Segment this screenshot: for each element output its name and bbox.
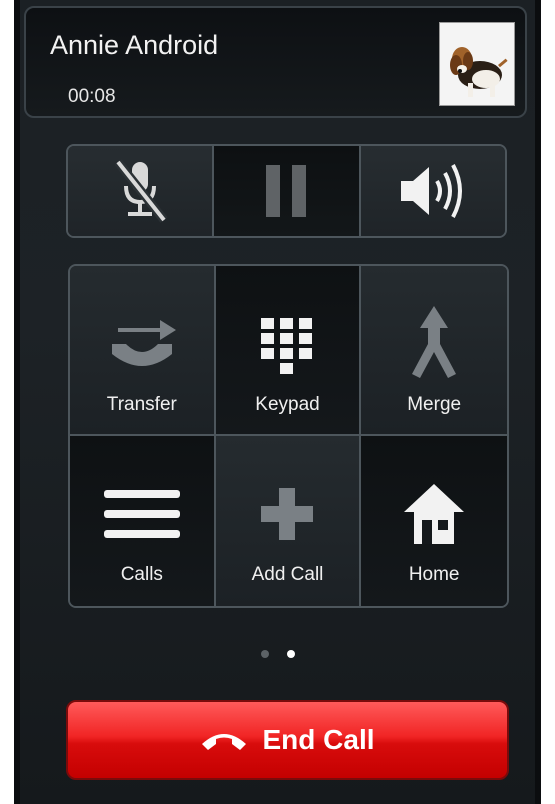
merge-label: Merge xyxy=(407,394,462,415)
call-control-bar xyxy=(66,144,507,238)
keypad-label: Keypad xyxy=(255,394,320,415)
hold-button[interactable] xyxy=(214,146,361,236)
transfer-button[interactable]: Transfer xyxy=(70,266,216,436)
add-call-button[interactable]: Add Call xyxy=(215,436,362,606)
calls-button[interactable]: Calls xyxy=(70,436,216,606)
pause-icon xyxy=(266,165,307,217)
add-call-icon-wrap xyxy=(257,474,317,554)
add-call-label: Add Call xyxy=(251,564,324,585)
home-button[interactable]: Home xyxy=(361,436,507,606)
transfer-icon xyxy=(111,320,176,366)
muted-microphone-icon xyxy=(114,159,168,223)
mute-button[interactable] xyxy=(68,146,215,236)
merge-icon-wrap xyxy=(404,304,464,384)
merge-icon xyxy=(412,306,457,378)
transfer-icon-wrap xyxy=(102,304,182,384)
call-actions-grid: Transfer Keypad Merge Calls Add Call Hom… xyxy=(68,264,509,608)
home-icon-wrap xyxy=(402,474,466,554)
keypad-icon-wrap xyxy=(257,304,317,384)
transfer-label: Transfer xyxy=(106,394,177,415)
caller-info-panel: Annie Android 00:08 xyxy=(24,6,527,118)
speaker-button[interactable] xyxy=(360,146,505,236)
calls-label: Calls xyxy=(120,564,163,585)
plus-icon xyxy=(261,488,314,540)
screen-edge-right xyxy=(535,0,541,804)
beagle-photo-icon xyxy=(440,23,514,105)
page-dot-2-active[interactable] xyxy=(286,650,295,658)
screen-edge-left xyxy=(14,0,20,804)
speaker-volume-icon xyxy=(400,164,462,218)
caller-name: Annie Android xyxy=(50,30,219,60)
hang-up-icon xyxy=(202,734,247,750)
home-label: Home xyxy=(408,564,460,585)
list-icon xyxy=(103,490,180,538)
end-call-button[interactable]: End Call xyxy=(66,700,509,780)
caller-avatar xyxy=(439,22,515,106)
in-call-screen: Annie Android 00:08 Transfer Keypad Merg… xyxy=(14,0,541,804)
end-call-label: End Call xyxy=(262,724,375,755)
call-duration: 00:08 xyxy=(68,86,116,107)
keypad-icon xyxy=(261,318,313,374)
page-indicator xyxy=(14,650,541,658)
page-dot-1[interactable] xyxy=(260,650,269,658)
merge-button[interactable]: Merge xyxy=(361,266,507,436)
calls-icon-wrap xyxy=(102,474,182,554)
home-icon xyxy=(404,484,465,544)
keypad-button[interactable]: Keypad xyxy=(215,266,362,436)
